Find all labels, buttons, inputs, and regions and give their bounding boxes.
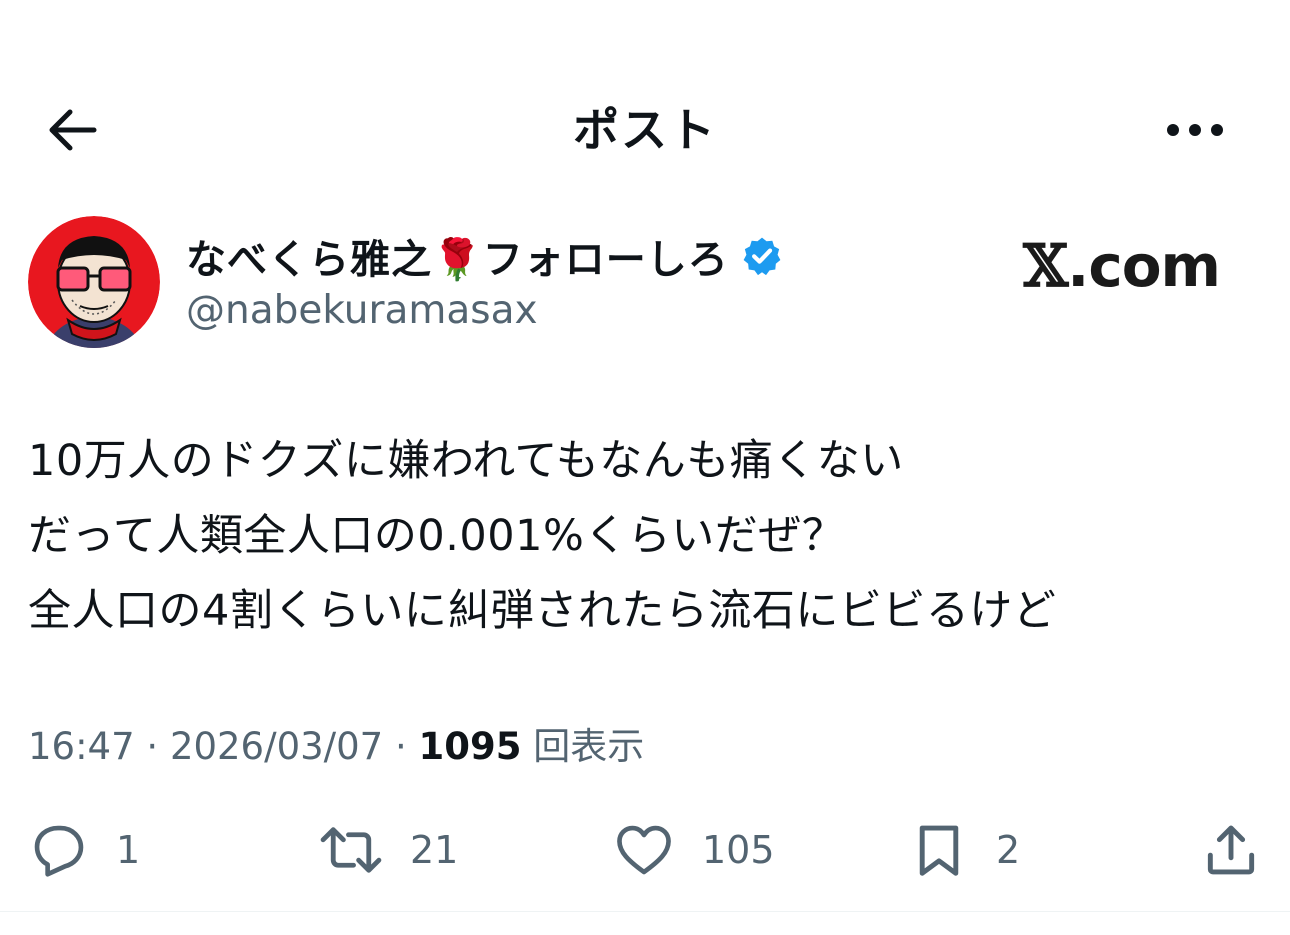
tweet-line: 全人口の4割くらいに糾弾されたら流石にビビるけど	[28, 586, 1057, 636]
author-block: なべくら雅之🌹フォローしろ @nabekuramasax 𝕏.com	[28, 216, 1262, 352]
tweet-meta: 16:47 · 2026/03/07 · 1095 回表示	[28, 722, 644, 772]
tweet-date[interactable]: 2026/03/07	[170, 725, 383, 768]
like-count: 105	[702, 828, 775, 872]
page-title: ポスト	[573, 103, 717, 157]
retweet-icon	[320, 827, 382, 873]
top-bar: ポスト	[0, 80, 1290, 180]
verified-badge-icon	[741, 235, 783, 277]
avatar[interactable]	[28, 216, 160, 348]
display-name: なべくら雅之🌹フォローしろ	[186, 237, 729, 283]
views-count: 1095	[418, 725, 522, 768]
reply-icon	[34, 825, 84, 877]
views-label: 回表示	[533, 725, 645, 768]
bookmark-button[interactable]: 2	[908, 810, 1020, 890]
share-icon	[1207, 825, 1255, 875]
reply-count: 1	[116, 828, 141, 872]
tweet-time[interactable]: 16:47	[28, 725, 135, 768]
avatar-illustration	[28, 216, 160, 348]
tweet-line: 10万人のドクズに嫌われてもなんも痛くない	[28, 436, 904, 486]
more-options-button[interactable]	[1160, 108, 1230, 152]
meta-separator: ·	[134, 725, 170, 768]
tweet-line: だって人類全人口の0.001%くらいだぜ？	[28, 511, 846, 561]
like-button[interactable]: 105	[612, 810, 775, 890]
share-button[interactable]	[1200, 810, 1262, 890]
author-name-row[interactable]: なべくら雅之🌹フォローしろ	[186, 226, 783, 286]
site-domain: .com	[1067, 232, 1221, 300]
heart-icon	[617, 825, 671, 875]
author-handle[interactable]: @nabekuramasax	[186, 288, 538, 333]
bookmark-count: 2	[996, 828, 1021, 872]
bottom-divider	[0, 911, 1290, 912]
bookmark-icon	[919, 825, 959, 876]
tweet-text: 10万人のドクズに嫌われてもなんも痛くない だって人類全人口の0.001%くらい…	[28, 424, 1258, 649]
retweet-button[interactable]: 21	[318, 810, 458, 890]
meta-separator: ·	[383, 725, 419, 768]
x-logo-icon: 𝕏	[1023, 232, 1068, 300]
retweet-count: 21	[410, 828, 459, 872]
action-bar: 1 21 105 2	[0, 810, 1290, 900]
x-com-watermark: 𝕏.com	[1023, 232, 1221, 300]
ellipsis-icon	[1167, 124, 1223, 136]
reply-button[interactable]: 1	[28, 810, 140, 890]
